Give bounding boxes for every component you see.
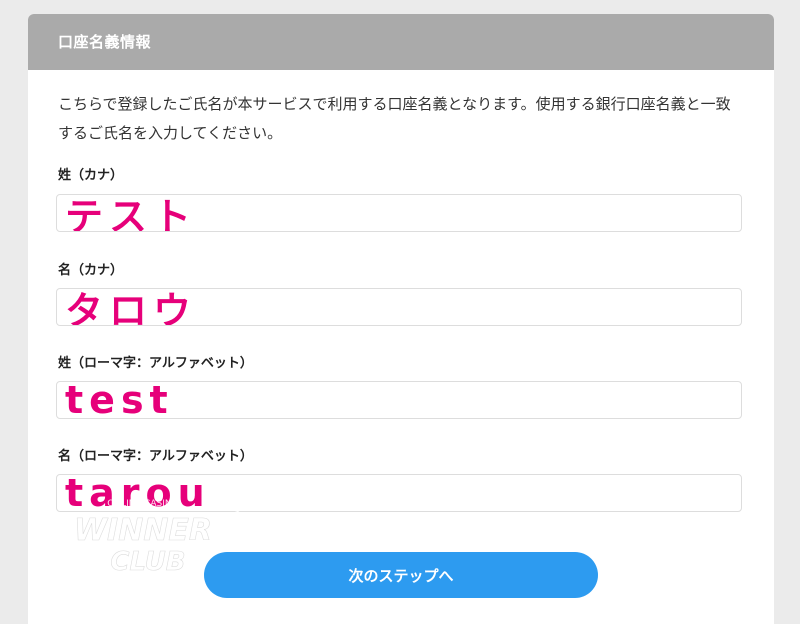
- last-name-roman-label: 姓（ローマ字：アルファベット）: [58, 356, 253, 371]
- section-title: 口座名義情報: [28, 14, 774, 70]
- logo-club-text: CLUB: [110, 547, 185, 577]
- last-name-kana-label: 姓（カナ）: [58, 168, 124, 183]
- intro-text: こちらで登録したご氏名が本サービスで利用する口座名義となります。使用する銀行口座…: [58, 95, 731, 142]
- next-step-button[interactable]: 次のステップへ: [204, 552, 598, 598]
- logo-winner-text: WINNER: [74, 513, 212, 548]
- logo-arc-text: ONLINE CASINO: [107, 499, 178, 509]
- last-name-roman-input[interactable]: [56, 381, 742, 419]
- winner-club-logo: ONLINE CASINO WINNER CLUB: [40, 499, 246, 577]
- first-name-roman-label: 名（ローマ字：アルファベット）: [58, 449, 253, 464]
- first-name-kana-input[interactable]: [56, 288, 742, 326]
- last-name-kana-input[interactable]: [56, 194, 742, 232]
- first-name-kana-label: 名（カナ）: [58, 263, 124, 278]
